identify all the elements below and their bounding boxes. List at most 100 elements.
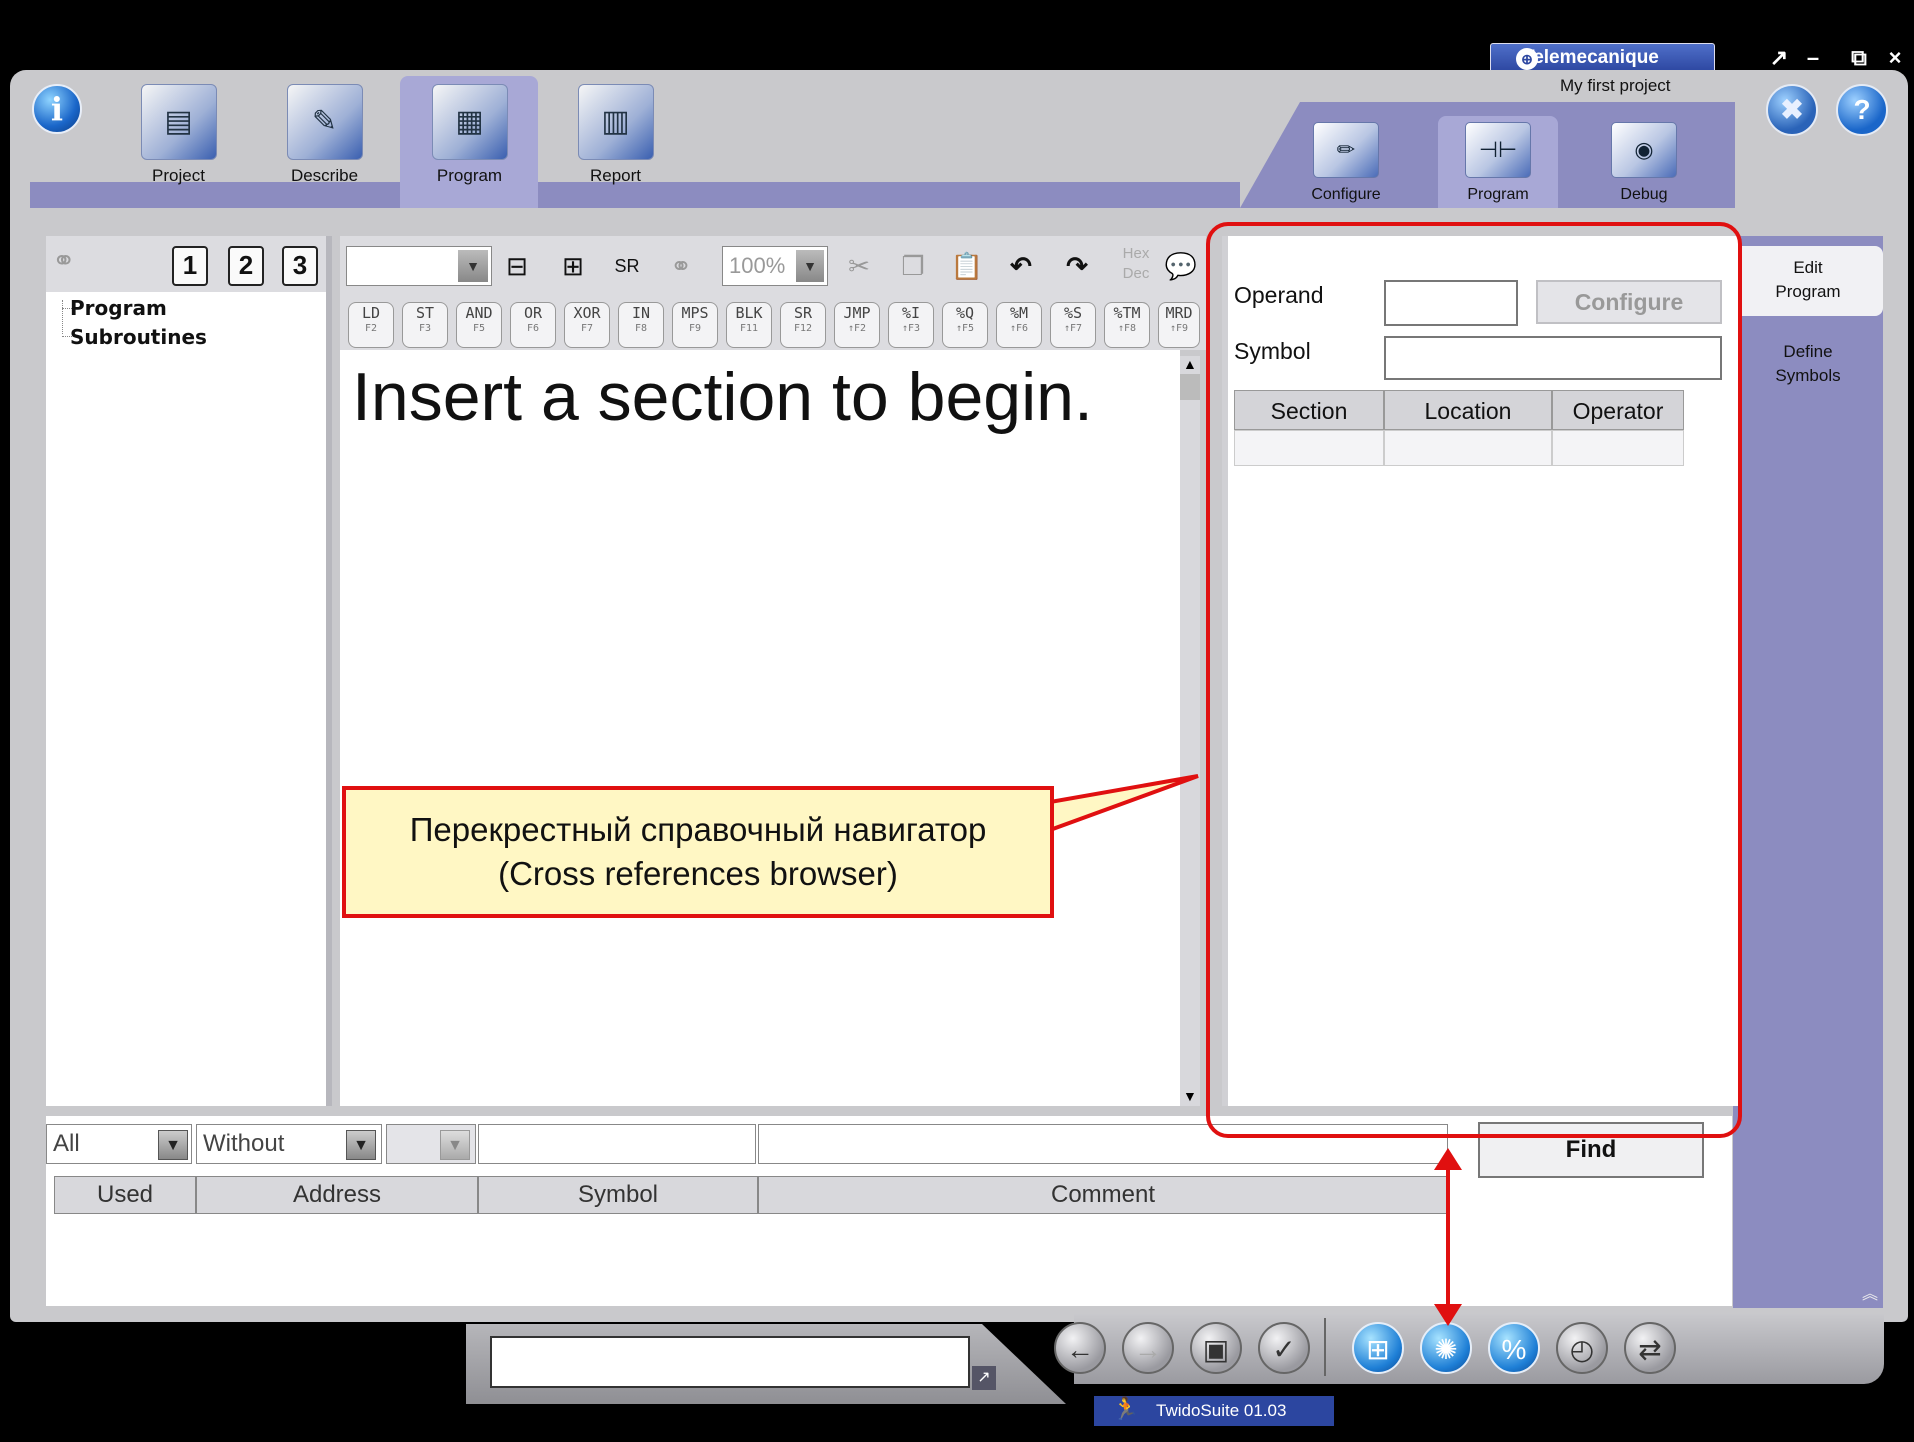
- animation-table-icon[interactable]: ◴: [1556, 1322, 1608, 1374]
- column-location[interactable]: Location: [1384, 390, 1552, 430]
- expand-arrow-icon[interactable]: ↗: [972, 1366, 996, 1390]
- instr-st-button[interactable]: ST F3: [402, 302, 448, 348]
- tab-label: Configure: [1311, 186, 1381, 203]
- column-used[interactable]: Used: [54, 1176, 196, 1214]
- maximize-button[interactable]: ⧉: [1846, 44, 1872, 72]
- tab-debug[interactable]: ◉ Debug: [1588, 122, 1700, 204]
- link-chain-icon[interactable]: ⚭: [52, 244, 75, 277]
- editor-scrollbar[interactable]: [1180, 356, 1200, 1106]
- instr-ld-button[interactable]: LD F2: [348, 302, 394, 348]
- instr-or-button[interactable]: OR F6: [510, 302, 556, 348]
- instr-in-button[interactable]: IN F8: [618, 302, 664, 348]
- instr-mrd-button[interactable]: MRD ↑F9: [1158, 302, 1200, 348]
- tab-label: Describe: [290, 166, 359, 185]
- insert-section-icon[interactable]: ⊟: [500, 246, 534, 286]
- configure-button[interactable]: Configure: [1536, 280, 1722, 324]
- instr-mps-button[interactable]: MPS F9: [672, 302, 718, 348]
- operand-input[interactable]: [1384, 280, 1518, 326]
- column-symbol[interactable]: Symbol: [478, 1176, 758, 1214]
- scroll-down-icon[interactable]: ▼: [1183, 1088, 1197, 1104]
- insert-sr-icon[interactable]: SR: [610, 246, 644, 286]
- instr-input-button[interactable]: %I ↑F3: [888, 302, 934, 348]
- program-structure-icon[interactable]: ⊞: [1352, 1322, 1404, 1374]
- copy-icon[interactable]: ❐: [896, 246, 930, 286]
- hex-dec-toggle[interactable]: Hex Dec: [1114, 244, 1158, 288]
- info-icon[interactable]: i: [32, 84, 82, 134]
- program-editor[interactable]: [340, 350, 1180, 1106]
- column-operator[interactable]: Operator: [1552, 390, 1684, 430]
- debug-eye-icon: ◉: [1611, 122, 1677, 178]
- sidebar-item-define-symbols[interactable]: Define Symbols: [1733, 340, 1883, 388]
- sidebar-item-label: Define Symbols: [1775, 342, 1841, 385]
- tree-item-subroutines[interactable]: Subroutines: [70, 325, 207, 349]
- view-2-button[interactable]: 2: [228, 246, 264, 286]
- collapse-chevron-icon[interactable]: ︽: [1862, 1280, 1878, 1304]
- view-3-button[interactable]: 3: [282, 246, 318, 286]
- tab-configure[interactable]: ✏ Configure: [1290, 122, 1402, 204]
- hex-label: Hex: [1122, 245, 1150, 262]
- status-input[interactable]: [490, 1336, 970, 1388]
- instr-memory-button[interactable]: %M ↑F6: [996, 302, 1042, 348]
- forward-arrow-icon[interactable]: →: [1122, 1322, 1174, 1374]
- back-arrow-icon[interactable]: ←: [1054, 1322, 1106, 1374]
- instr-timer-button[interactable]: %TM ↑F8: [1104, 302, 1150, 348]
- save-icon[interactable]: ▣: [1190, 1322, 1242, 1374]
- instr-output-button[interactable]: %Q ↑F5: [942, 302, 988, 348]
- find-button[interactable]: Find: [1478, 1122, 1704, 1178]
- sidebar-item-edit-program[interactable]: Edit Program: [1733, 246, 1883, 316]
- chevron-down-icon[interactable]: ▼: [796, 250, 824, 282]
- column-address[interactable]: Address: [196, 1176, 478, 1214]
- restore-arrow-icon[interactable]: ↗: [1766, 44, 1792, 72]
- help-icon[interactable]: ?: [1836, 84, 1888, 136]
- instr-label: %TM: [1113, 304, 1141, 322]
- chevron-down-icon[interactable]: ▼: [158, 1130, 188, 1160]
- instr-sr-button[interactable]: SR F12: [780, 302, 826, 348]
- tab-report[interactable]: ▥ Report: [553, 84, 678, 194]
- annotation-arrow-head-down: [1434, 1304, 1462, 1326]
- scrollbar-thumb[interactable]: [1180, 374, 1200, 400]
- redo-icon[interactable]: ↷: [1060, 246, 1094, 286]
- tab-program-edit[interactable]: ⊣⊢ Program: [1442, 122, 1554, 204]
- tools-icon[interactable]: ✖: [1766, 84, 1818, 136]
- view-1-button[interactable]: 1: [172, 246, 208, 286]
- memory-usage-icon[interactable]: %: [1488, 1322, 1540, 1374]
- link-icon[interactable]: ⚭: [664, 246, 698, 286]
- chevron-down-icon[interactable]: ▼: [346, 1130, 376, 1160]
- tab-program[interactable]: ▦ Program: [407, 84, 532, 194]
- close-button[interactable]: ×: [1882, 44, 1908, 72]
- minimize-button[interactable]: –: [1800, 44, 1826, 72]
- undo-icon[interactable]: ↶: [1004, 246, 1038, 286]
- sidebar-item-label: Edit Program: [1775, 258, 1841, 301]
- cross-references-icon[interactable]: ✺: [1420, 1322, 1472, 1374]
- tab-describe[interactable]: ✎ Describe: [262, 84, 387, 194]
- scroll-up-icon[interactable]: ▲: [1183, 356, 1197, 372]
- instr-and-button[interactable]: AND F5: [456, 302, 502, 348]
- tool-button-strip: [1336, 1314, 1884, 1384]
- instr-xor-button[interactable]: XOR F7: [564, 302, 610, 348]
- chevron-down-icon[interactable]: ▼: [458, 250, 488, 282]
- instr-blk-button[interactable]: BLK F11: [726, 302, 772, 348]
- comment-icon[interactable]: 💬: [1164, 246, 1198, 286]
- dec-label: Dec: [1122, 265, 1150, 282]
- tab-project[interactable]: ▤ Project: [116, 84, 241, 194]
- tree-item-program[interactable]: Program: [70, 296, 167, 320]
- column-comment[interactable]: Comment: [758, 1176, 1448, 1214]
- instr-key: ↑F2: [847, 323, 867, 334]
- cut-icon[interactable]: ✂: [842, 246, 876, 286]
- instr-jmp-button[interactable]: JMP ↑F2: [834, 302, 880, 348]
- insert-subroutine-icon[interactable]: ⊞: [556, 246, 590, 286]
- instr-label: %I: [901, 304, 921, 322]
- symbol-input[interactable]: [1384, 336, 1722, 380]
- annotation-arrow-line: [1446, 1158, 1450, 1318]
- column-section[interactable]: Section: [1234, 390, 1384, 430]
- filter-text-input[interactable]: [478, 1124, 756, 1164]
- filter-comment-input[interactable]: [758, 1124, 1448, 1164]
- binary-convert-icon[interactable]: ⇄: [1624, 1322, 1676, 1374]
- save-as-icon[interactable]: ✓: [1258, 1322, 1310, 1374]
- folder-documents-icon: ▤: [140, 84, 217, 160]
- instr-label: MRD: [1165, 304, 1193, 322]
- paste-icon[interactable]: 📋: [950, 246, 984, 286]
- tree-connector: [62, 300, 64, 334]
- chevron-down-icon[interactable]: ▼: [440, 1130, 470, 1160]
- instr-system-button[interactable]: %S ↑F7: [1050, 302, 1096, 348]
